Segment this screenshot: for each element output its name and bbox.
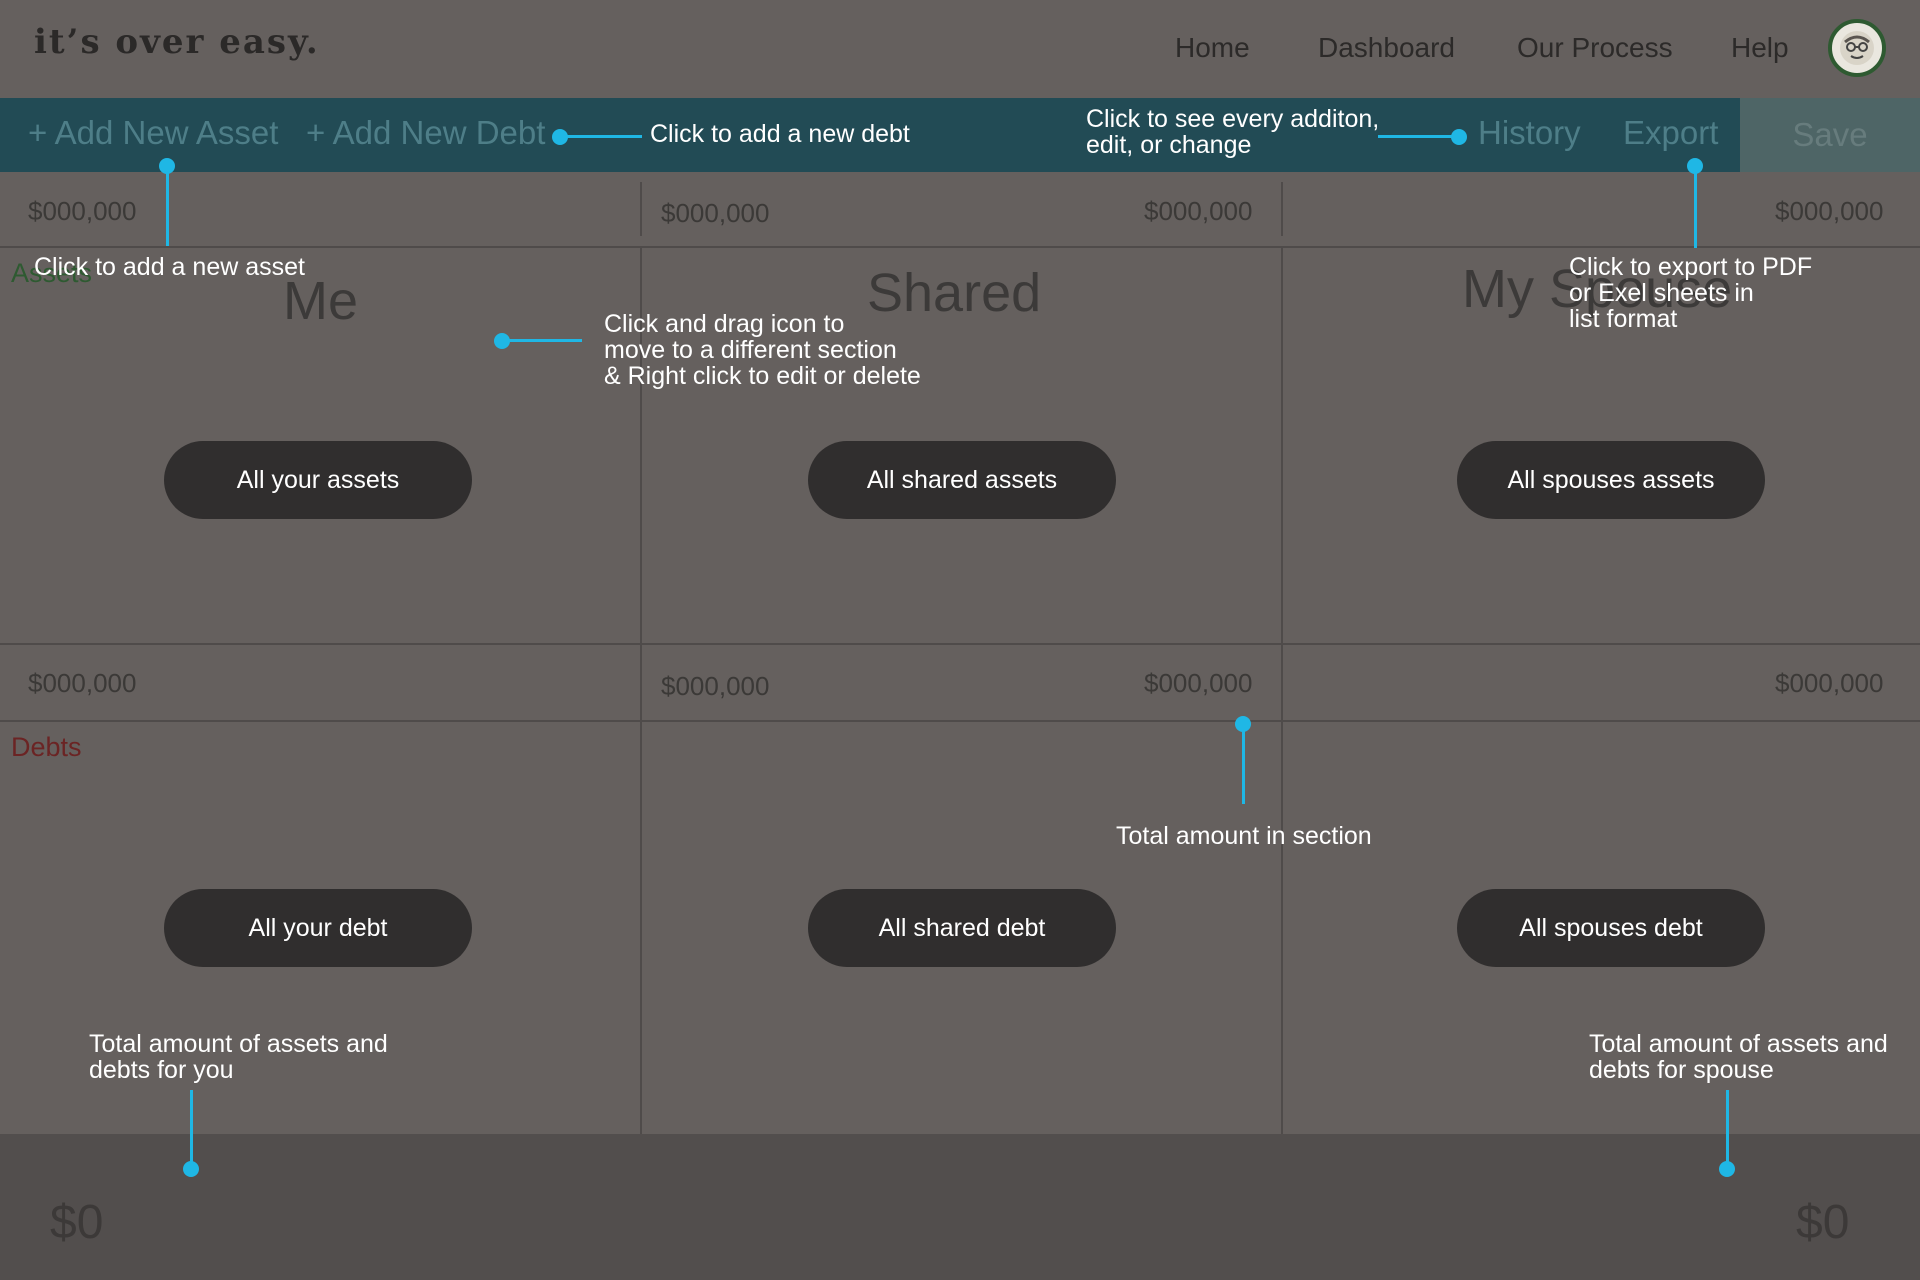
- annotation-connector: [558, 135, 642, 138]
- column-divider: [640, 657, 642, 711]
- annotation-line: Click to see every additon,: [1086, 105, 1380, 133]
- assets-me-total: $000,000: [28, 196, 137, 226]
- all-spouses-assets-button[interactable]: All spouses assets: [1457, 441, 1765, 519]
- brand-logo[interactable]: it’s over easy.: [34, 22, 320, 62]
- column-divider: [1281, 182, 1283, 236]
- debts-me-total: $000,000: [28, 668, 137, 698]
- debts-shared-spouse-total: $000,000: [1144, 668, 1253, 698]
- annotation-history: Click to see every additon, edit, or cha…: [1086, 106, 1379, 158]
- annotation-drag: Click and drag icon to move to a differe…: [604, 311, 921, 389]
- annotation-connector: [1726, 1090, 1729, 1168]
- column-divider: [1281, 657, 1283, 711]
- annotation-line: edit, or change: [1086, 131, 1252, 159]
- annotation-dot: [494, 333, 510, 349]
- annotation-connector: [1694, 166, 1697, 248]
- save-button[interactable]: Save: [1740, 98, 1920, 172]
- annotation-line: debts for you: [89, 1056, 234, 1084]
- annotation-line: Total amount of assets and: [89, 1030, 388, 1058]
- annotation-connector: [1378, 135, 1458, 138]
- annotation-export: Click to export to PDF or Exel sheets in…: [1569, 254, 1812, 332]
- debts-shared-me-total: $000,000: [661, 671, 770, 701]
- annotation-dot: [159, 158, 175, 174]
- avatar[interactable]: [1828, 19, 1886, 77]
- divider: [0, 246, 1920, 248]
- add-new-debt-button[interactable]: + Add New Debt: [306, 114, 545, 152]
- annotation-line: Total amount of assets and: [1589, 1030, 1888, 1058]
- totals-footer: [0, 1134, 1920, 1280]
- annotation-spouse-total: Total amount of assets and debts for spo…: [1589, 1031, 1888, 1083]
- nav-our-process-link[interactable]: Our Process: [1517, 32, 1673, 64]
- annotation-line: debts for spouse: [1589, 1056, 1774, 1084]
- annotation-dot: [1451, 129, 1467, 145]
- all-your-assets-button[interactable]: All your assets: [164, 441, 472, 519]
- footer-me-total: $0: [50, 1196, 104, 1249]
- column-divider: [640, 182, 642, 236]
- user-face-icon: [1840, 31, 1874, 65]
- annotation-add-asset: Click to add a new asset: [34, 253, 305, 281]
- annotation-section-total: Total amount in section: [1116, 822, 1372, 850]
- annotation-line: list format: [1569, 305, 1678, 333]
- annotation-connector: [502, 339, 582, 342]
- footer-spouse-total: $0: [1796, 1196, 1850, 1249]
- nav-help-link[interactable]: Help: [1731, 32, 1789, 64]
- annotation-you-total: Total amount of assets and debts for you: [89, 1031, 388, 1083]
- all-spouses-debt-button[interactable]: All spouses debt: [1457, 889, 1765, 967]
- export-button[interactable]: Export: [1623, 114, 1718, 152]
- assets-spouse-total: $000,000: [1775, 196, 1884, 226]
- annotation-line: Click and drag icon to: [604, 310, 845, 338]
- nav-dashboard-link[interactable]: Dashboard: [1318, 32, 1455, 64]
- divider: [0, 720, 1920, 722]
- assets-shared-spouse-total: $000,000: [1144, 196, 1253, 226]
- debts-spouse-total: $000,000: [1775, 668, 1884, 698]
- history-button[interactable]: History: [1478, 114, 1581, 152]
- annotation-dot: [1687, 158, 1703, 174]
- nav-home-link[interactable]: Home: [1175, 32, 1250, 64]
- annotation-connector: [166, 166, 169, 246]
- annotation-line: move to a different section: [604, 336, 897, 364]
- annotation-add-debt: Click to add a new debt: [650, 120, 910, 148]
- annotation-connector: [190, 1090, 193, 1168]
- annotation-dot: [552, 129, 568, 145]
- all-your-debt-button[interactable]: All your debt: [164, 889, 472, 967]
- annotation-dot: [1235, 716, 1251, 732]
- divider: [0, 643, 1920, 645]
- annotation-connector: [1242, 724, 1245, 804]
- annotation-dot: [1719, 1161, 1735, 1177]
- annotation-line: or Exel sheets in: [1569, 279, 1754, 307]
- annotation-line: & Right click to edit or delete: [604, 362, 921, 390]
- assets-shared-me-total: $000,000: [661, 198, 770, 228]
- all-shared-debt-button[interactable]: All shared debt: [808, 889, 1116, 967]
- add-new-asset-button[interactable]: + Add New Asset: [28, 114, 278, 152]
- debts-section-label: Debts: [11, 732, 82, 762]
- annotation-dot: [183, 1161, 199, 1177]
- annotation-line: Click to export to PDF: [1569, 253, 1813, 281]
- all-shared-assets-button[interactable]: All shared assets: [808, 441, 1116, 519]
